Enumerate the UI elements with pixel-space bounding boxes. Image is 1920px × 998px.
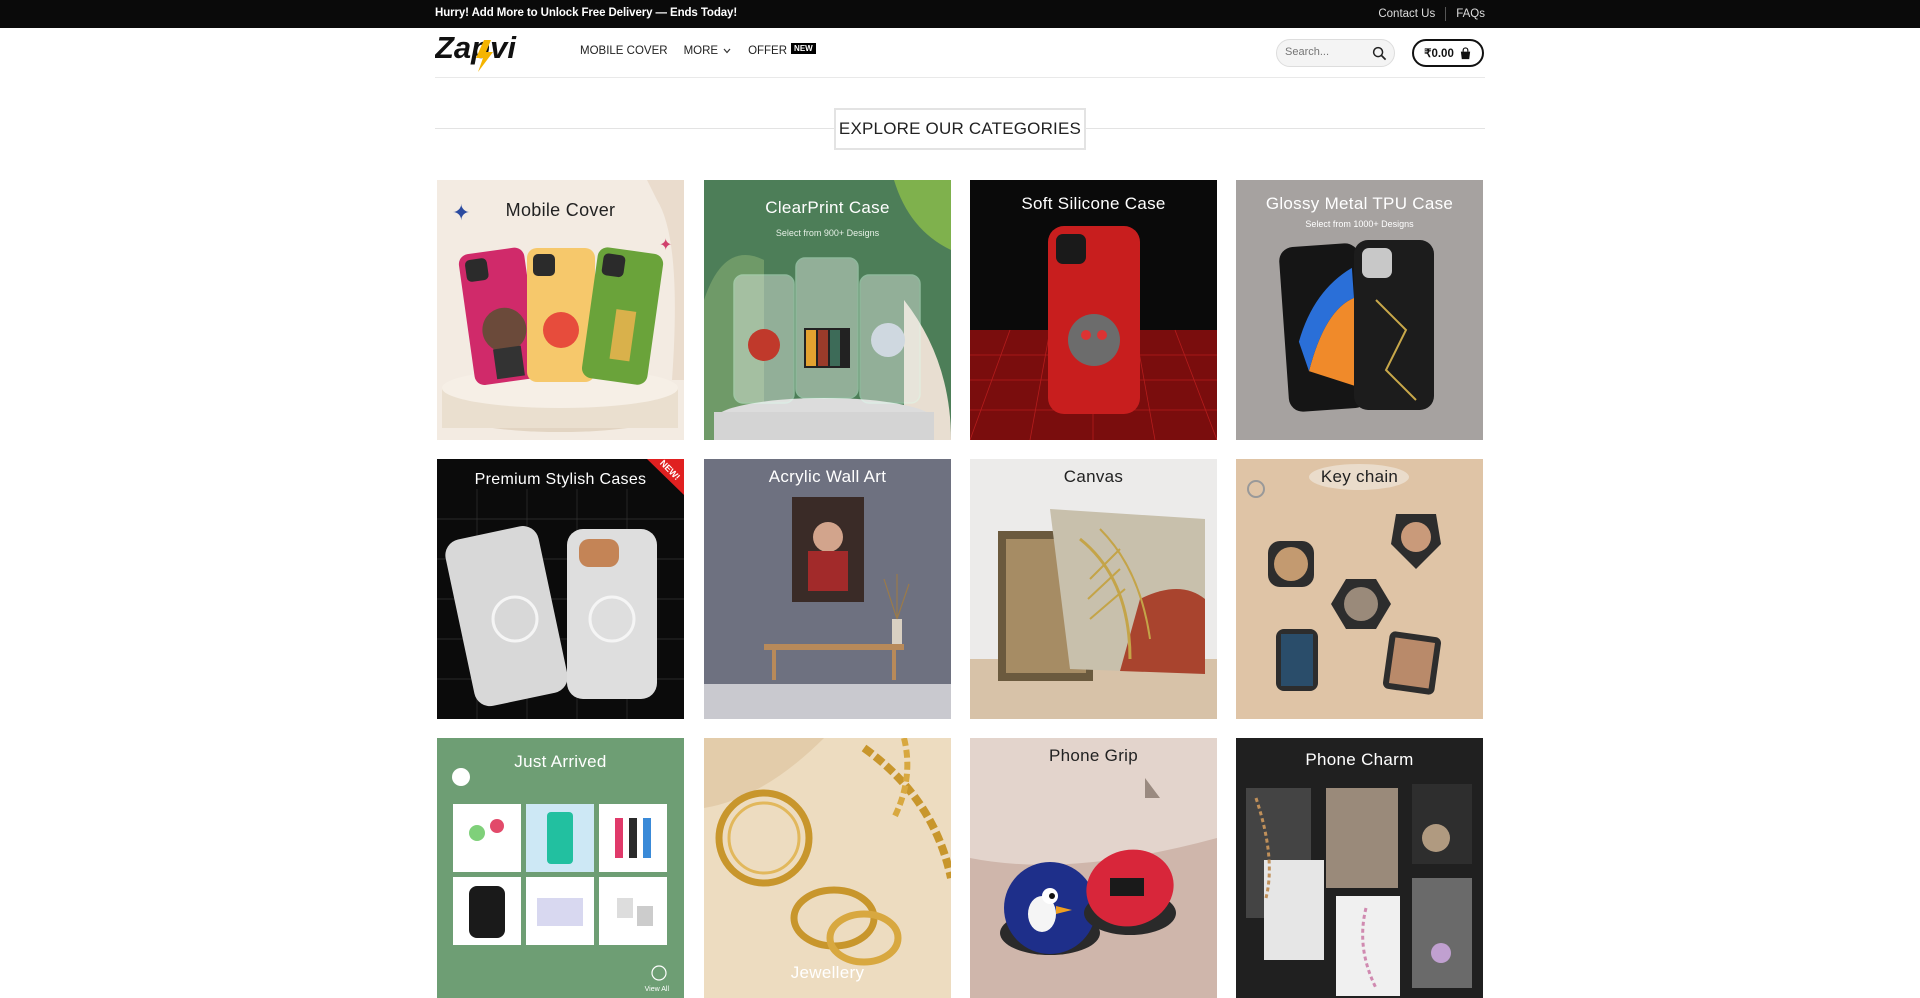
category-card-glossy-metal-tpu-case[interactable]: Glossy Metal TPU Case Select from 1000+ … — [1236, 180, 1483, 440]
nav-more[interactable]: MORE — [684, 45, 733, 57]
category-card-phone-grip[interactable]: Phone Grip — [970, 738, 1217, 998]
category-title: Key chain — [1320, 467, 1399, 486]
category-title: Acrylic Wall Art — [768, 467, 887, 486]
category-title: Soft Silicone Case — [1021, 194, 1166, 213]
canvas-image — [970, 459, 1217, 719]
category-subtitle: Select from 1000+ Designs — [1305, 219, 1414, 229]
site-header: Zapvi MOBILE COVER MORE OFFER NEW ₹0.00 — [434, 28, 1485, 78]
announcement-bar: Hurry! Add More to Unlock Free Delivery … — [0, 0, 1920, 28]
category-card-phone-charm[interactable]: Phone Charm — [1236, 738, 1483, 998]
svg-text:✦: ✦ — [659, 237, 672, 254]
category-title: Premium Stylish Cases — [474, 471, 647, 488]
nav-mobile-cover[interactable]: MOBILE COVER — [580, 45, 668, 57]
category-card-clearprint-case[interactable]: ClearPrint Case Select from 900+ Designs — [704, 180, 951, 440]
category-title: Jewellery — [790, 963, 865, 982]
category-card-just-arrived[interactable]: Just Arrived View All — [437, 738, 684, 998]
category-card-mobile-cover[interactable]: ✦ ✦ Mobile Cover — [437, 180, 684, 440]
nav-more-label: MORE — [683, 45, 719, 57]
category-title: Phone Grip — [1049, 746, 1138, 765]
search-input[interactable] — [1285, 46, 1365, 58]
nav-offer-label: OFFER — [748, 45, 788, 57]
category-card-key-chain[interactable]: Key chain — [1236, 459, 1483, 719]
chevron-down-icon — [723, 48, 731, 54]
category-card-jewellery[interactable]: Jewellery — [704, 738, 951, 998]
category-subtitle: Select from 900+ Designs — [775, 228, 880, 238]
contact-us-link[interactable]: Contact Us — [1378, 8, 1435, 20]
jewellery-image — [704, 738, 951, 998]
category-title: Canvas — [1063, 467, 1124, 486]
soft-silicone-case-image — [970, 180, 1217, 440]
category-card-canvas[interactable]: Canvas — [970, 459, 1217, 719]
category-title: ClearPrint Case — [765, 198, 890, 217]
category-card-soft-silicone-case[interactable]: Soft Silicone Case — [970, 180, 1217, 440]
just-arrived-image — [437, 738, 684, 998]
section-title: EXPLORE OUR CATEGORIES — [834, 108, 1086, 150]
key-chain-image — [1236, 459, 1483, 719]
category-title: Just Arrived — [514, 752, 607, 771]
shopping-bag-icon — [1460, 46, 1470, 59]
new-badge: NEW — [791, 42, 816, 54]
category-title: Glossy Metal TPU Case — [1265, 194, 1454, 213]
logo[interactable]: Zapvi — [434, 28, 547, 76]
logo-mark: Zapvi — [434, 30, 517, 72]
category-title: Mobile Cover — [505, 200, 616, 220]
logo-text: Zapvi — [435, 30, 517, 65]
search-icon[interactable] — [1372, 46, 1387, 61]
view-all-link[interactable]: View All — [645, 986, 669, 993]
divider — [1445, 7, 1447, 21]
nav-offer[interactable]: OFFER NEW — [748, 42, 816, 57]
category-card-acrylic-wall-art[interactable]: Acrylic Wall Art — [704, 459, 951, 719]
category-card-premium-stylish-cases[interactable]: Premium Stylish Cases NEW! — [437, 459, 684, 719]
promo-text: Hurry! Add More to Unlock Free Delivery … — [435, 7, 738, 19]
nav-mobile-cover-label: MOBILE COVER — [580, 45, 668, 57]
topbar-links: Contact Us FAQs — [1378, 7, 1485, 21]
acrylic-wall-art-image — [704, 459, 951, 719]
main-nav: MOBILE COVER MORE OFFER NEW — [580, 42, 832, 57]
category-title: Phone Charm — [1305, 750, 1414, 769]
phone-charm-image — [1236, 738, 1483, 998]
clearprint-case-image — [704, 180, 951, 440]
faqs-link[interactable]: FAQs — [1456, 8, 1485, 20]
search-box[interactable] — [1276, 39, 1395, 67]
phone-grip-image — [970, 738, 1217, 998]
cart-total: ₹0.00 — [1424, 48, 1454, 60]
premium-stylish-cases-image — [437, 459, 684, 719]
cart-button[interactable]: ₹0.00 — [1412, 39, 1484, 67]
